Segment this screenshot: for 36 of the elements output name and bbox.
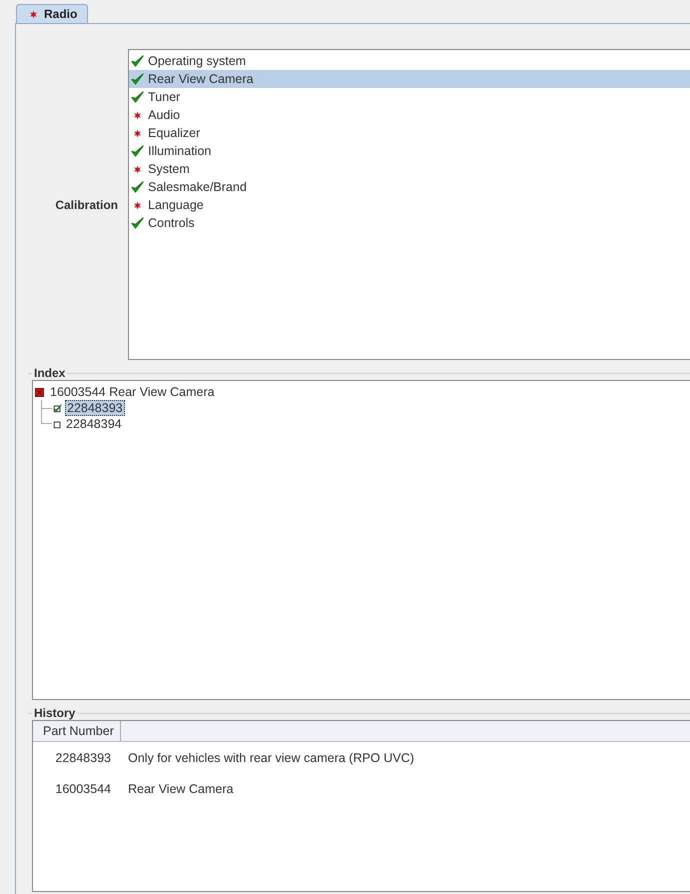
list-item[interactable]: Audio [129, 106, 690, 124]
table-cell-text: 16003544 [54, 782, 111, 796]
status-check-icon [131, 145, 144, 157]
status-check-icon [131, 91, 144, 103]
status-star-icon [29, 10, 38, 18]
calibration-label: Calibration [54, 198, 119, 212]
table-cell-text: Rear View Camera [127, 782, 234, 796]
list-item[interactable]: System [129, 160, 690, 178]
error-square-icon [35, 388, 44, 396]
list-item[interactable]: Tuner [129, 88, 690, 106]
list-item[interactable]: Controls [129, 214, 690, 232]
table-cell-text: Only for vehicles with rear view camera (RPO UVC) [127, 750, 414, 764]
checkbox[interactable] [53, 404, 62, 412]
list-item[interactable]: Rear View Camera [129, 70, 690, 88]
tree-node[interactable]: 22848394 [65, 417, 123, 431]
list-item[interactable]: Salesmake/Brand [129, 178, 690, 196]
tree-node[interactable]: 22848393 [65, 400, 125, 416]
history-title: History [33, 706, 76, 720]
tree-node[interactable]: 16003544 Rear View Camera [49, 385, 216, 399]
list-item[interactable]: Illumination [129, 142, 690, 160]
status-star-icon [133, 128, 142, 138]
list-item[interactable]: Equalizer [129, 124, 690, 142]
status-star-icon [133, 200, 142, 210]
index-title: Index [33, 366, 66, 380]
status-check-icon [131, 73, 144, 85]
list-item[interactable]: Language [129, 196, 690, 214]
list-item[interactable]: Operating system [129, 52, 690, 70]
status-check-icon [131, 181, 144, 193]
table-cell-text: 22848393 [54, 750, 111, 764]
status-check-icon [131, 55, 144, 67]
column-header[interactable]: Part Number [33, 721, 121, 741]
status-check-icon [131, 217, 144, 229]
tab[interactable]: Radio [16, 4, 88, 23]
status-star-icon [133, 164, 142, 174]
checkbox[interactable] [53, 420, 62, 428]
status-star-icon [133, 110, 142, 120]
